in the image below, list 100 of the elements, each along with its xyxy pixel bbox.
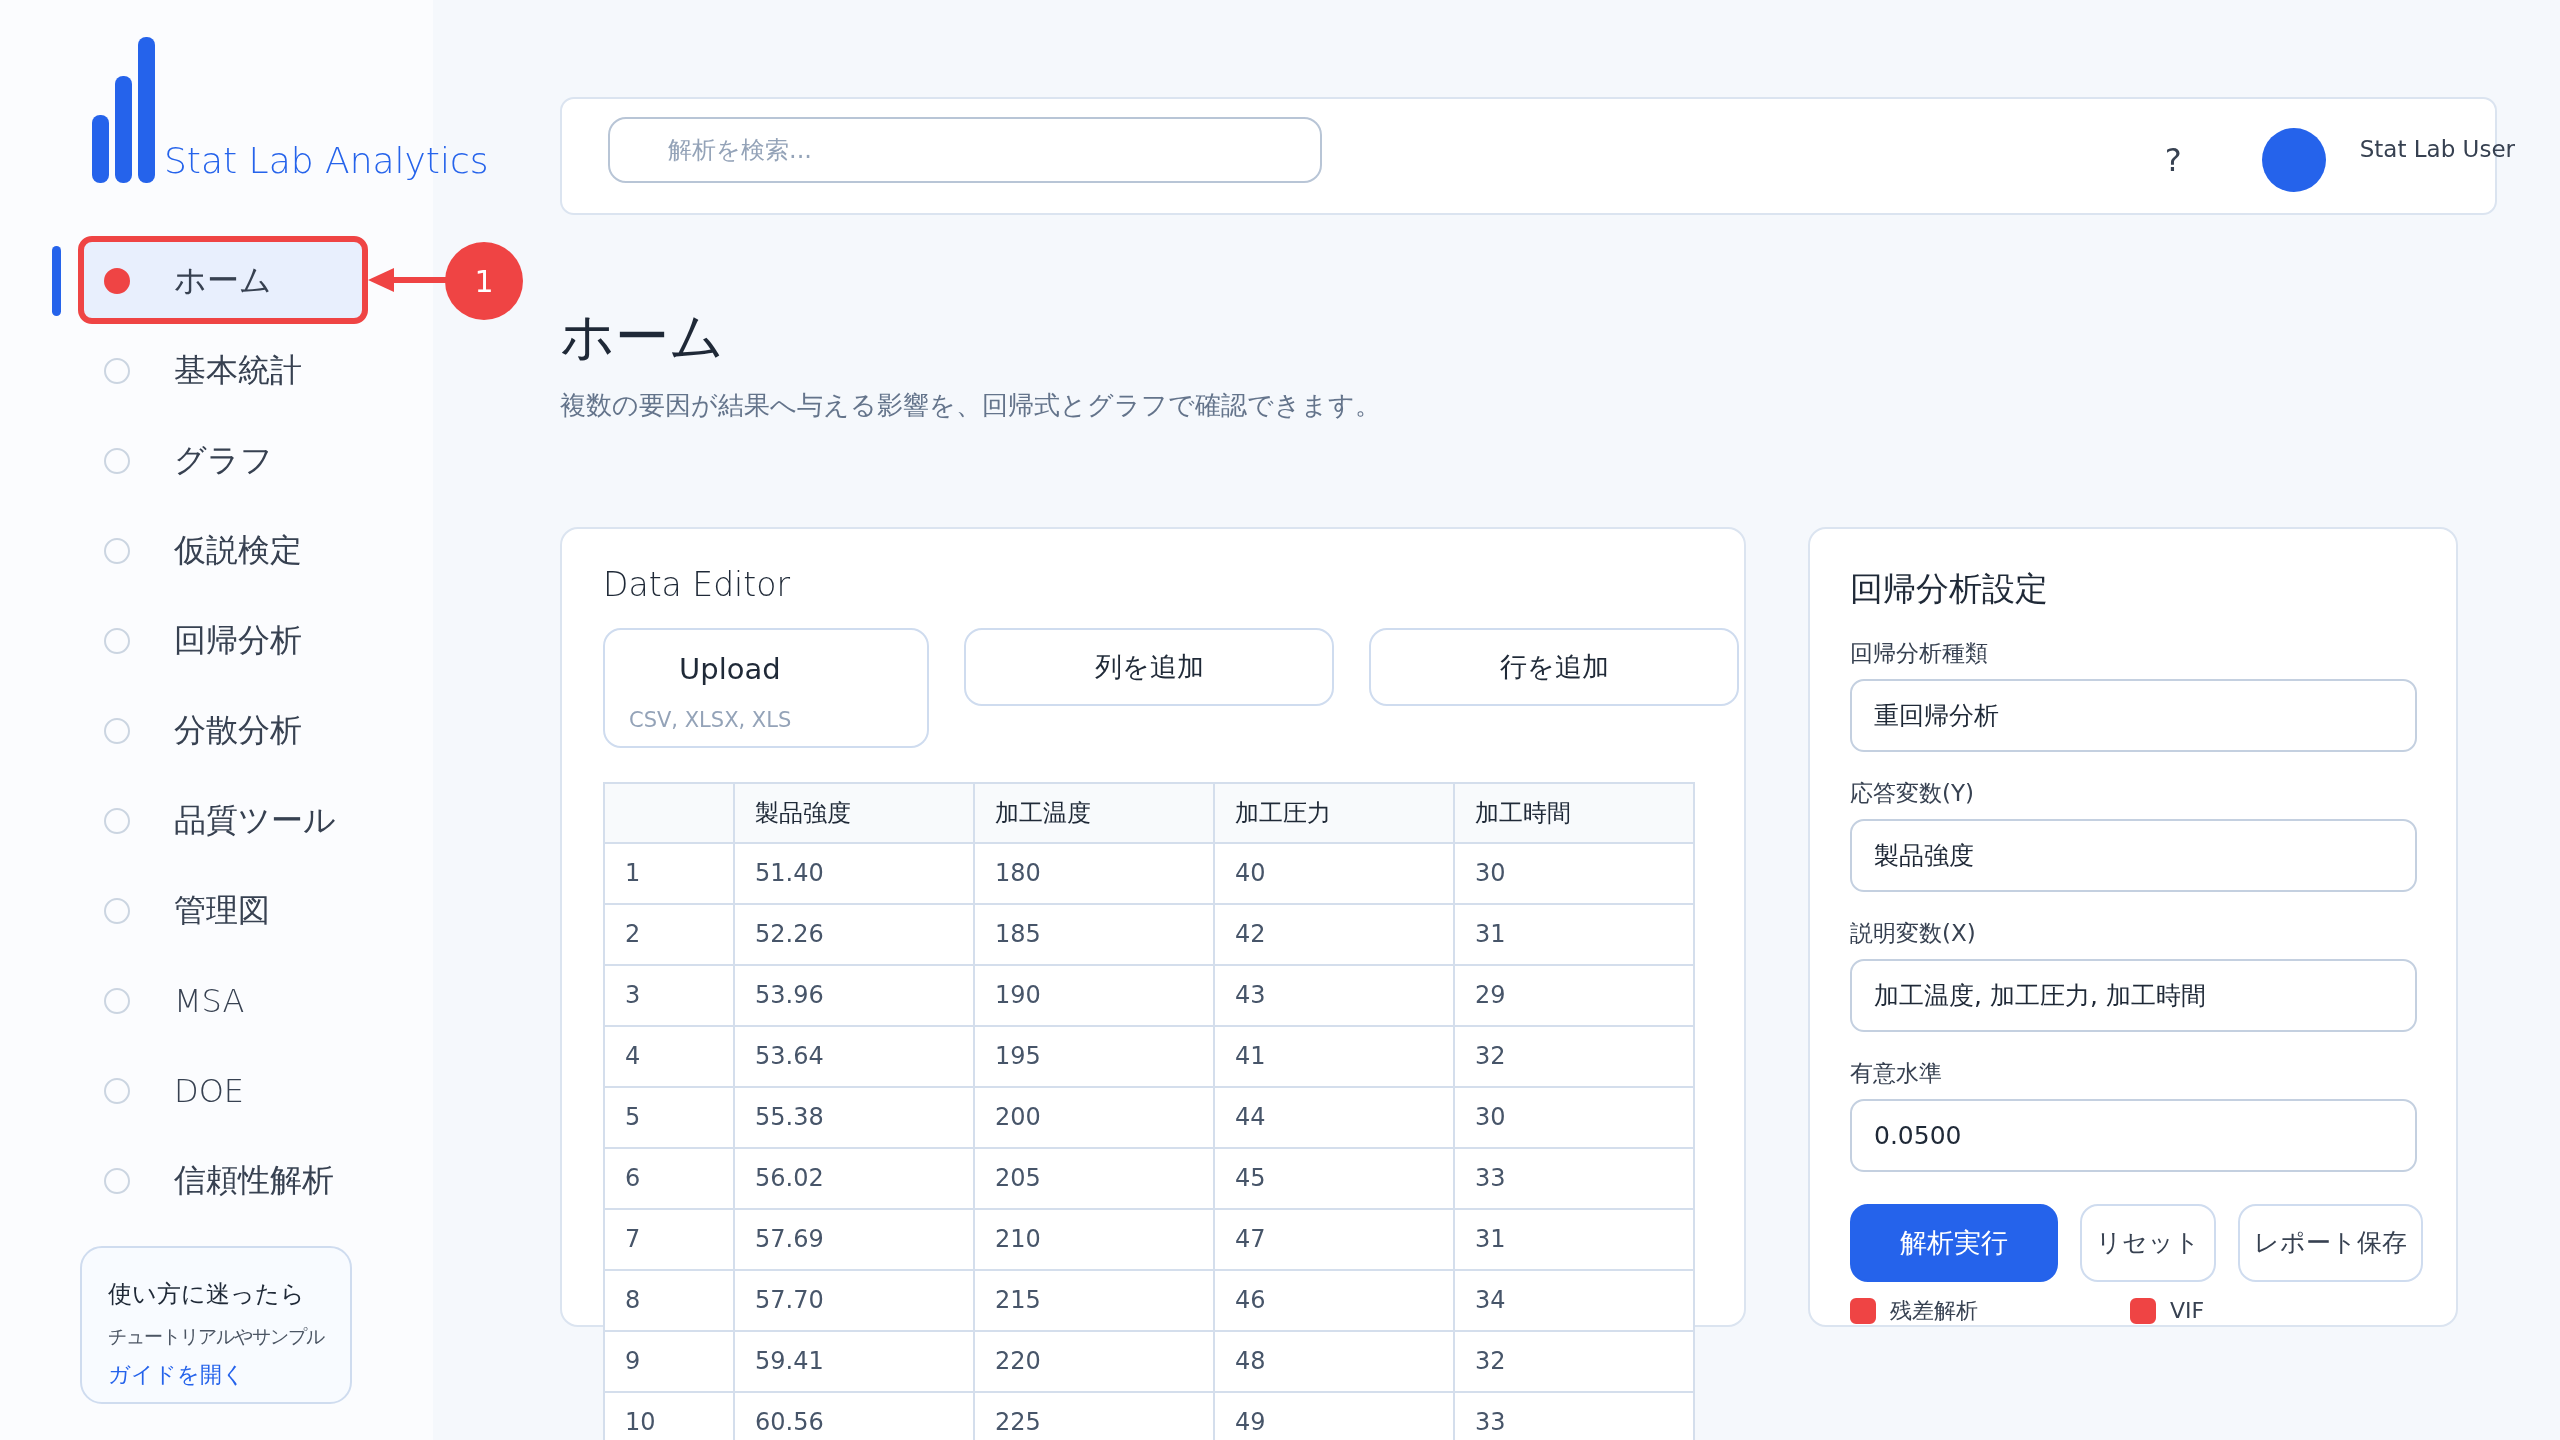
table-header-cell: 製品強度: [734, 782, 974, 843]
table-cell: 190: [974, 964, 1214, 1026]
table-cell: 33: [1454, 1147, 1694, 1209]
table-cell: 56.02: [734, 1147, 974, 1209]
field-label: 説明変数(X): [1850, 918, 1977, 948]
table-cell: 42: [1214, 903, 1454, 965]
card-title: Data Editor: [603, 564, 791, 604]
table-cell: 40: [1214, 842, 1454, 904]
table-cell: 41: [1214, 1025, 1454, 1087]
table-cell: 4: [604, 1025, 734, 1087]
page-title: ホーム: [560, 305, 725, 370]
help-button[interactable]: ?: [2164, 141, 2182, 179]
table-cell: 5: [604, 1086, 734, 1148]
table-cell: 31: [1454, 903, 1694, 965]
table-cell: 53.64: [734, 1025, 974, 1087]
nav-item[interactable]: 管理図: [0, 866, 433, 956]
radio-icon: [104, 628, 130, 654]
nav-item[interactable]: 仮説検定: [0, 506, 433, 596]
table-cell: 7: [604, 1208, 734, 1270]
nav-item[interactable]: 回帰分析: [0, 596, 433, 686]
input-field[interactable]: 重回帰分析: [1850, 678, 2417, 752]
action-button[interactable]: リセット: [2080, 1203, 2216, 1282]
input-field[interactable]: 0.0500: [1850, 1098, 2417, 1172]
table-cell: 47: [1214, 1208, 1454, 1270]
table-cell: 185: [974, 903, 1214, 965]
table-cell: 220: [974, 1330, 1214, 1392]
table-cell: 8: [604, 1269, 734, 1331]
nav-item[interactable]: MSA: [0, 956, 433, 1046]
search-field[interactable]: 解析を検索...: [608, 117, 1322, 183]
table-cell: 51.40: [734, 842, 974, 904]
nav-item[interactable]: 信頼性解析: [0, 1136, 433, 1226]
table-cell: 57.69: [734, 1208, 974, 1270]
table-cell: 9: [604, 1330, 734, 1392]
table-cell: 59.41: [734, 1330, 974, 1392]
checkbox[interactable]: [1850, 1297, 1876, 1324]
field-label: 応答変数(Y): [1850, 778, 1975, 808]
table-cell: 6: [604, 1147, 734, 1209]
action-button[interactable]: レポート保存: [2238, 1203, 2423, 1282]
input-field[interactable]: 加工温度, 加工圧力, 加工時間: [1850, 958, 2417, 1032]
add-button[interactable]: 列を追加: [964, 627, 1334, 706]
guide-link[interactable]: ガイドを開く: [108, 1360, 245, 1390]
table-cell: 57.70: [734, 1269, 974, 1331]
table-cell: 46: [1214, 1269, 1454, 1331]
table-cell: 3: [604, 964, 734, 1026]
table-cell: 43: [1214, 964, 1454, 1026]
table-cell: 45: [1214, 1147, 1454, 1209]
table-cell: 55.38: [734, 1086, 974, 1148]
radio-icon: [104, 448, 130, 474]
table-cell: 215: [974, 1269, 1214, 1331]
radio-icon: [104, 808, 130, 834]
checkbox[interactable]: [2130, 1297, 2156, 1324]
radio-icon: [104, 268, 130, 294]
radio-icon: [104, 1168, 130, 1194]
radio-icon: [104, 718, 130, 744]
table-cell: 34: [1454, 1269, 1694, 1331]
table-cell: 44: [1214, 1086, 1454, 1148]
table-cell: 180: [974, 842, 1214, 904]
table-cell: 32: [1454, 1330, 1694, 1392]
table-cell: 30: [1454, 1086, 1694, 1148]
nav-item[interactable]: DOE: [0, 1046, 433, 1136]
app-name: Stat Lab Analytics: [164, 143, 489, 183]
card-title: 回帰分析設定: [1850, 567, 2049, 610]
table-cell: 2: [604, 903, 734, 965]
radio-icon: [104, 1078, 130, 1104]
user-name: Stat Lab User: [2359, 136, 2515, 162]
table-cell: 52.26: [734, 903, 974, 965]
nav-item[interactable]: 分散分析: [0, 686, 433, 776]
field-label: 回帰分析種類: [1850, 638, 1989, 668]
table-cell: 48: [1214, 1330, 1454, 1392]
table-cell: 210: [974, 1208, 1214, 1270]
annotation-badge: 1: [445, 242, 523, 320]
radio-icon: [104, 358, 130, 384]
field-label: 有意水準: [1850, 1058, 1943, 1088]
bar-chart-logo-icon: [92, 37, 156, 183]
nav-item[interactable]: 品質ツール: [0, 776, 433, 866]
table-cell: 195: [974, 1025, 1214, 1087]
table-header-cell: 加工温度: [974, 782, 1214, 843]
option-label: 残差解析: [1890, 1296, 1978, 1325]
radio-icon: [104, 988, 130, 1014]
active-indicator: [52, 246, 61, 316]
table-cell: 205: [974, 1147, 1214, 1209]
table-cell: 53.96: [734, 964, 974, 1026]
table-cell: 200: [974, 1086, 1214, 1148]
input-field[interactable]: 製品強度: [1850, 818, 2417, 892]
table-cell: 32: [1454, 1025, 1694, 1087]
upload-button[interactable]: Upload CSV, XLSX, XLS: [603, 627, 929, 748]
nav-item[interactable]: グラフ: [0, 416, 433, 506]
table-cell: 10: [604, 1391, 734, 1440]
option-label: VIF: [2170, 1298, 2205, 1324]
page-subtitle: 複数の要因が結果へ与える影響を、回帰式とグラフで確認できます。: [560, 388, 1382, 422]
table-header-cell: 加工時間: [1454, 782, 1694, 843]
nav-item[interactable]: 基本統計: [0, 326, 433, 416]
table-cell: 31: [1454, 1208, 1694, 1270]
table-cell: 29: [1454, 964, 1694, 1026]
table-cell: 30: [1454, 842, 1694, 904]
radio-icon: [104, 538, 130, 564]
run-button[interactable]: 解析実行: [1850, 1203, 2058, 1282]
help-text: チュートリアルやサンプル: [108, 1324, 326, 1349]
help-title: 使い方に迷ったら: [108, 1279, 306, 1310]
add-button[interactable]: 行を追加: [1369, 627, 1739, 706]
